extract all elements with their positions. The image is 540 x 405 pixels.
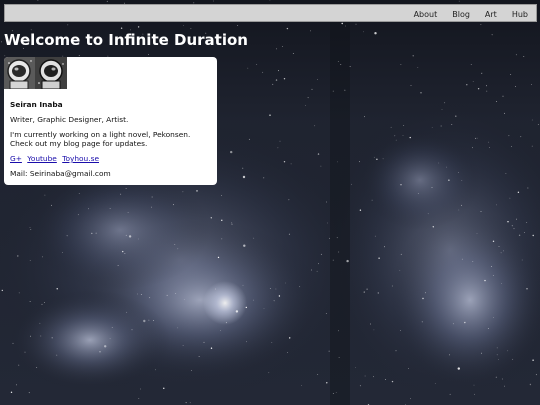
nav-item-blog[interactable]: Blog bbox=[452, 10, 470, 19]
nav-item-about[interactable]: About bbox=[414, 10, 438, 19]
top-navigation-bar: About Blog Art Hub bbox=[4, 4, 537, 22]
profile-bio: I'm currently working on a light novel, … bbox=[10, 130, 191, 148]
profile-details: Seiran Inaba Writer, Graphic Designer, A… bbox=[10, 100, 210, 184]
profile-name: Seiran Inaba bbox=[10, 100, 63, 109]
page-title: Welcome to Infinite Duration bbox=[4, 31, 248, 49]
profile-roles: Writer, Graphic Designer, Artist. bbox=[10, 115, 129, 124]
nav-item-hub[interactable]: Hub bbox=[512, 10, 528, 19]
link-google-plus[interactable]: G+ bbox=[10, 154, 22, 163]
nav-menu: About Blog Art Hub bbox=[414, 5, 528, 23]
avatar-images bbox=[4, 57, 67, 89]
profile-links: G+ Youtube Toyhou.se bbox=[10, 154, 210, 163]
link-youtube[interactable]: Youtube bbox=[27, 154, 57, 163]
link-toyhouse[interactable]: Toyhou.se bbox=[62, 154, 99, 163]
astronaut-helmet-icon bbox=[4, 57, 35, 89]
astronaut-helmet-icon bbox=[35, 57, 67, 89]
profile-email: Mail: Seirinaba@gmail.com bbox=[10, 169, 111, 178]
nav-item-art[interactable]: Art bbox=[485, 10, 497, 19]
profile-card: Seiran Inaba Writer, Graphic Designer, A… bbox=[4, 57, 217, 185]
